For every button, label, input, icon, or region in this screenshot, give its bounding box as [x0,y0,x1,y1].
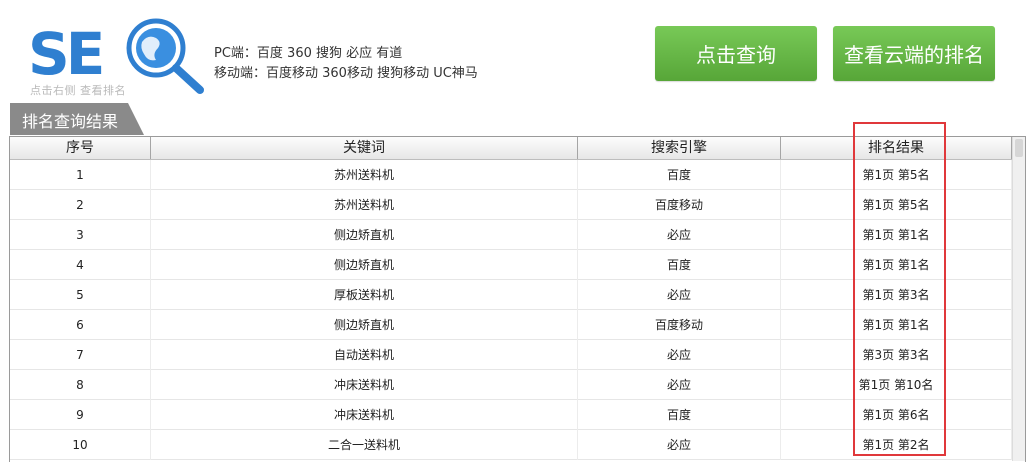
cell-keyword: 冲床送料机 [151,370,578,400]
cell-engine: 必应 [578,340,781,370]
cell-engine: 必应 [578,280,781,310]
table-row: 6 侧边矫直机 百度移动 第1页 第1名 [10,310,1012,340]
cell-index: 2 [10,190,151,220]
cell-rank: 第1页 第6名 [781,400,1012,430]
table-row: 5 厚板送料机 必应 第1页 第3名 [10,280,1012,310]
table-row: 8 冲床送料机 必应 第1页 第10名 [10,370,1012,400]
cell-index: 1 [10,160,151,190]
supported-engines: PC端：百度 360 搜狗 必应 有道 移动端：百度移动 360移动 搜狗移动 … [214,44,478,84]
cell-index: 4 [10,250,151,280]
table-row: 2 苏州送料机 百度移动 第1页 第5名 [10,190,1012,220]
cell-index: 9 [10,400,151,430]
cell-rank: 第1页 第1名 [781,220,1012,250]
table-row: 9 冲床送料机 百度 第1页 第6名 [10,400,1012,430]
cell-engine: 必应 [578,370,781,400]
cell-rank: 第1页 第5名 [781,190,1012,220]
cell-index: 6 [10,310,151,340]
table-row: 3 侧边矫直机 必应 第1页 第1名 [10,220,1012,250]
logo-subtitle: 点击右侧 查看排名 [30,84,126,97]
cell-rank: 第1页 第1名 [781,310,1012,340]
cell-rank: 第1页 第5名 [781,160,1012,190]
cell-keyword: 二合一送料机 [151,430,578,460]
column-header-index: 序号 [10,137,151,159]
column-header-rank: 排名结果 [781,137,1012,159]
results-tab: 排名查询结果 [10,103,144,135]
svg-text:SE: SE [28,20,102,88]
table-body: 1 苏州送料机 百度 第1页 第5名 2 苏州送料机 百度移动 第1页 第5名 … [10,160,1012,460]
column-header-engine: 搜索引擎 [578,137,781,159]
cell-engine: 必应 [578,430,781,460]
cell-keyword: 侧边矫直机 [151,250,578,280]
cell-index: 7 [10,340,151,370]
pc-engines-text: PC端：百度 360 搜狗 必应 有道 [214,46,403,61]
table-scrollbar[interactable] [1012,137,1025,461]
cell-engine: 必应 [578,220,781,250]
cell-rank: 第1页 第1名 [781,250,1012,280]
column-header-keyword: 关键词 [151,137,578,159]
cell-keyword: 苏州送料机 [151,160,578,190]
cell-rank: 第1页 第3名 [781,280,1012,310]
cell-rank: 第1页 第10名 [781,370,1012,400]
cell-rank: 第1页 第2名 [781,430,1012,460]
cell-engine: 百度移动 [578,310,781,340]
cell-index: 3 [10,220,151,250]
cell-rank: 第3页 第3名 [781,340,1012,370]
query-button[interactable]: 点击查询 [655,26,817,81]
cloud-ranking-button[interactable]: 查看云端的排名 [833,26,995,81]
cell-keyword: 侧边矫直机 [151,220,578,250]
results-tab-label: 排名查询结果 [22,112,119,131]
table-row: 4 侧边矫直机 百度 第1页 第1名 [10,250,1012,280]
cell-index: 8 [10,370,151,400]
cell-keyword: 侧边矫直机 [151,310,578,340]
cell-keyword: 厚板送料机 [151,280,578,310]
cell-keyword: 苏州送料机 [151,190,578,220]
scrollbar-thumb[interactable] [1015,139,1023,157]
cell-engine: 百度 [578,160,781,190]
cell-engine: 百度 [578,400,781,430]
cell-keyword: 冲床送料机 [151,400,578,430]
cell-index: 10 [10,430,151,460]
cell-keyword: 自动送料机 [151,340,578,370]
mobile-engines-text: 移动端：百度移动 360移动 搜狗移动 UC神马 [214,66,478,81]
results-table: 序号 关键词 搜索引擎 排名结果 1 苏州送料机 百度 第1页 第5名 2 苏州… [9,136,1026,462]
table-header: 序号 关键词 搜索引擎 排名结果 [10,137,1012,160]
cell-engine: 百度移动 [578,190,781,220]
cell-index: 5 [10,280,151,310]
cell-engine: 百度 [578,250,781,280]
table-row: 10 二合一送料机 必应 第1页 第2名 [10,430,1012,460]
table-row: 1 苏州送料机 百度 第1页 第5名 [10,160,1012,190]
table-row: 7 自动送料机 必应 第3页 第3名 [10,340,1012,370]
